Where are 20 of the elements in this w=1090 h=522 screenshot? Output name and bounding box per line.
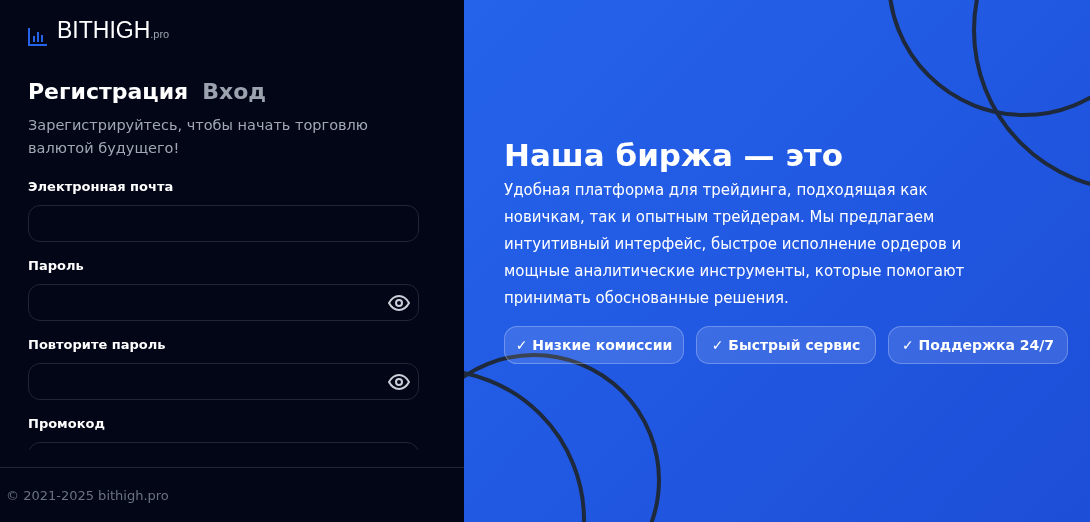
field-label: Повторите пароль [28, 337, 167, 354]
input-field[interactable] [28, 284, 419, 321]
subtitle: Зарегистрируйтесь, чтобы начать торговлю валютой будущего! [28, 116, 370, 158]
feature-tag: ✓ Быстрый сервис [696, 325, 876, 364]
description: Удобная платформа для трейдинга, подходящая как новичкам, так и опытным трейдерам. Мы предлагаем интуитивный интерфейс, быстрое исполнение ордеров и мощные аналитические инструменты, которые помогают принимать обоснованные решения. [504, 179, 966, 309]
feature-tag: ✓ Низкие комиссии [504, 325, 684, 364]
logo-text: BITHIGH.pro [57, 18, 170, 45]
tab[interactable]: Регистрация [28, 79, 189, 104]
bar-chart-icon [28, 28, 47, 46]
input-field[interactable] [28, 363, 419, 400]
eye-icon[interactable] [388, 373, 410, 390]
tab[interactable]: Вход [202, 79, 267, 104]
field-label: Электронная почта [28, 179, 175, 196]
feature-tag: ✓ Поддержка 24/7 [888, 325, 1068, 364]
copyright-text: © 2021-2025 bithigh.pro [6, 487, 169, 503]
input-field[interactable] [28, 205, 419, 242]
field-label: Пароль [28, 258, 85, 275]
field-label: Промокод [28, 416, 106, 433]
heading: Наша биржа — это [504, 135, 845, 175]
eye-icon[interactable] [388, 294, 410, 311]
